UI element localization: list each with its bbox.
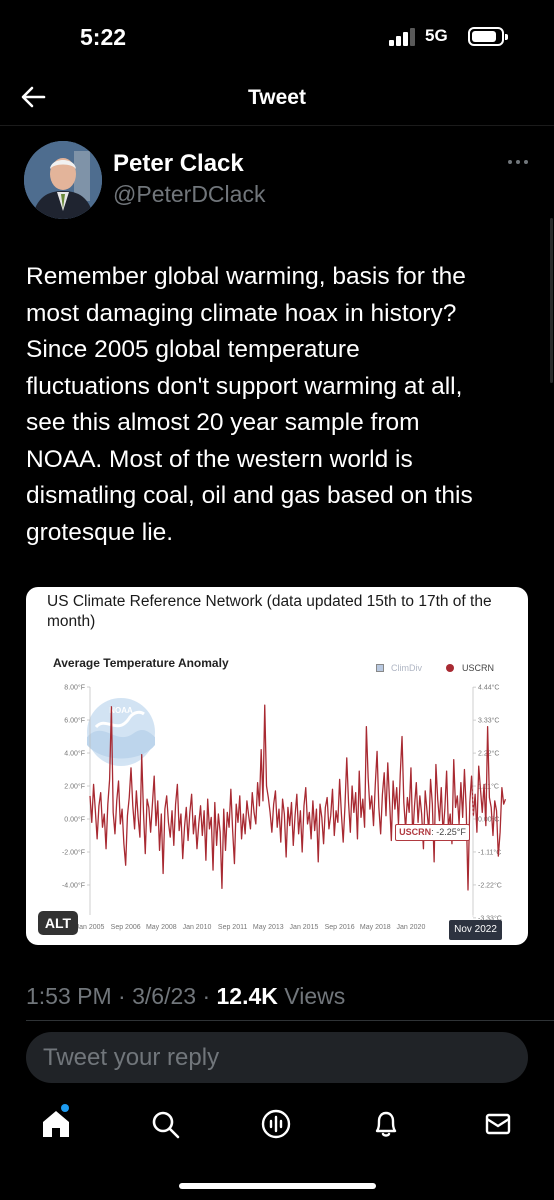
top-header: Tweet xyxy=(0,70,554,126)
tooltip-value: -2.25°F xyxy=(436,827,466,837)
y-tick-label: 6.00°F xyxy=(64,717,85,725)
x-cursor-date: Nov 2022 xyxy=(449,920,502,940)
divider xyxy=(26,1020,554,1021)
x-tick-label: May 2008 xyxy=(146,924,177,931)
more-options-icon[interactable] xyxy=(507,158,529,166)
tweet-text: Remember global warming, basis for the m… xyxy=(26,263,473,546)
y-tick-label: 4.00°F xyxy=(64,750,85,758)
chart-title: Average Temperature Anomaly xyxy=(53,656,229,670)
views-label: Views xyxy=(284,983,346,1009)
x-tick-label: May 2018 xyxy=(360,924,391,931)
y2-tick-label: 4.44°C xyxy=(478,684,499,692)
x-tick-label: Sep 2011 xyxy=(218,924,248,931)
status-bar: 5:22 5G xyxy=(0,0,554,70)
battery-icon xyxy=(468,27,508,46)
legend-item-uscrn[interactable]: USCRN xyxy=(446,663,494,673)
y-tick-label: 0.00°F xyxy=(64,816,85,824)
page-title: Tweet xyxy=(248,86,306,109)
view-count[interactable]: 12.4K xyxy=(217,983,278,1009)
legend-swatch-dot xyxy=(446,664,454,672)
x-tick-label: Sep 2006 xyxy=(111,924,141,931)
notification-dot xyxy=(61,1104,69,1112)
x-tick-label: May 2013 xyxy=(253,924,284,931)
x-tick-label: Jan 2005 xyxy=(76,924,105,931)
avatar-photo xyxy=(24,141,102,219)
media-card[interactable]: NOAA 8.00°F 6.00°F 4.00°F 2.00°F 0.00°F -2.00… xyxy=(26,587,528,945)
spaces-mic-icon[interactable] xyxy=(258,1106,294,1142)
scrollbar[interactable] xyxy=(550,218,553,383)
legend-item-climdiv[interactable]: ClimDiv xyxy=(376,663,422,673)
home-icon[interactable] xyxy=(38,1106,74,1142)
mail-icon[interactable] xyxy=(480,1106,516,1142)
tweet-time: 1:53 PM xyxy=(26,983,112,1009)
alt-text-button[interactable]: ALT xyxy=(38,911,78,935)
y-tick-label: 8.00°F xyxy=(64,684,85,692)
home-indicator[interactable] xyxy=(179,1183,376,1189)
y-tick-label: -2.00°F xyxy=(62,849,85,857)
legend-swatch-square xyxy=(376,664,384,672)
avatar[interactable] xyxy=(24,141,102,219)
temperature-chart: NOAA 8.00°F 6.00°F 4.00°F 2.00°F 0.00°F -2.00… xyxy=(62,684,507,931)
y-tick-label: -4.00°F xyxy=(62,882,85,890)
x-tick-label: Jan 2020 xyxy=(397,924,426,931)
x-tick-label: Sep 2016 xyxy=(325,924,355,931)
author-handle[interactable]: @PeterDClack xyxy=(113,181,265,208)
tweet-meta: 1:53 PM · 3/6/23 · 12.4K Views xyxy=(26,983,346,1009)
legend-label-uscrn: USCRN xyxy=(462,663,495,673)
bell-icon[interactable] xyxy=(368,1106,404,1142)
network-type: 5G xyxy=(425,26,448,45)
chart-card-title: US Climate Reference Network (data updat… xyxy=(47,593,492,630)
noaa-logo-text: NOAA xyxy=(109,706,133,715)
search-icon[interactable] xyxy=(147,1106,183,1142)
status-time: 5:22 xyxy=(80,24,127,50)
signal-strength-icon xyxy=(389,28,417,46)
x-tick-label: Jan 2010 xyxy=(183,924,212,931)
reply-placeholder: Tweet your reply xyxy=(43,1044,220,1071)
x-tick-label: Jan 2015 xyxy=(290,924,319,931)
legend-label-climdiv: ClimDiv xyxy=(391,663,422,673)
noaa-logo: NOAA xyxy=(87,698,155,766)
author-name[interactable]: Peter Clack xyxy=(113,150,244,178)
y-tick-label: 2.00°F xyxy=(64,783,85,791)
reply-input[interactable]: Tweet your reply xyxy=(26,1032,528,1083)
tooltip-series: USCRN xyxy=(399,827,432,837)
tweet-date: 3/6/23 xyxy=(132,983,197,1009)
y2-tick-label: 3.33°C xyxy=(478,717,499,725)
chart-tooltip: USCRN: -2.25°F xyxy=(395,824,470,841)
y2-tick-label: -2.22°C xyxy=(478,881,502,889)
